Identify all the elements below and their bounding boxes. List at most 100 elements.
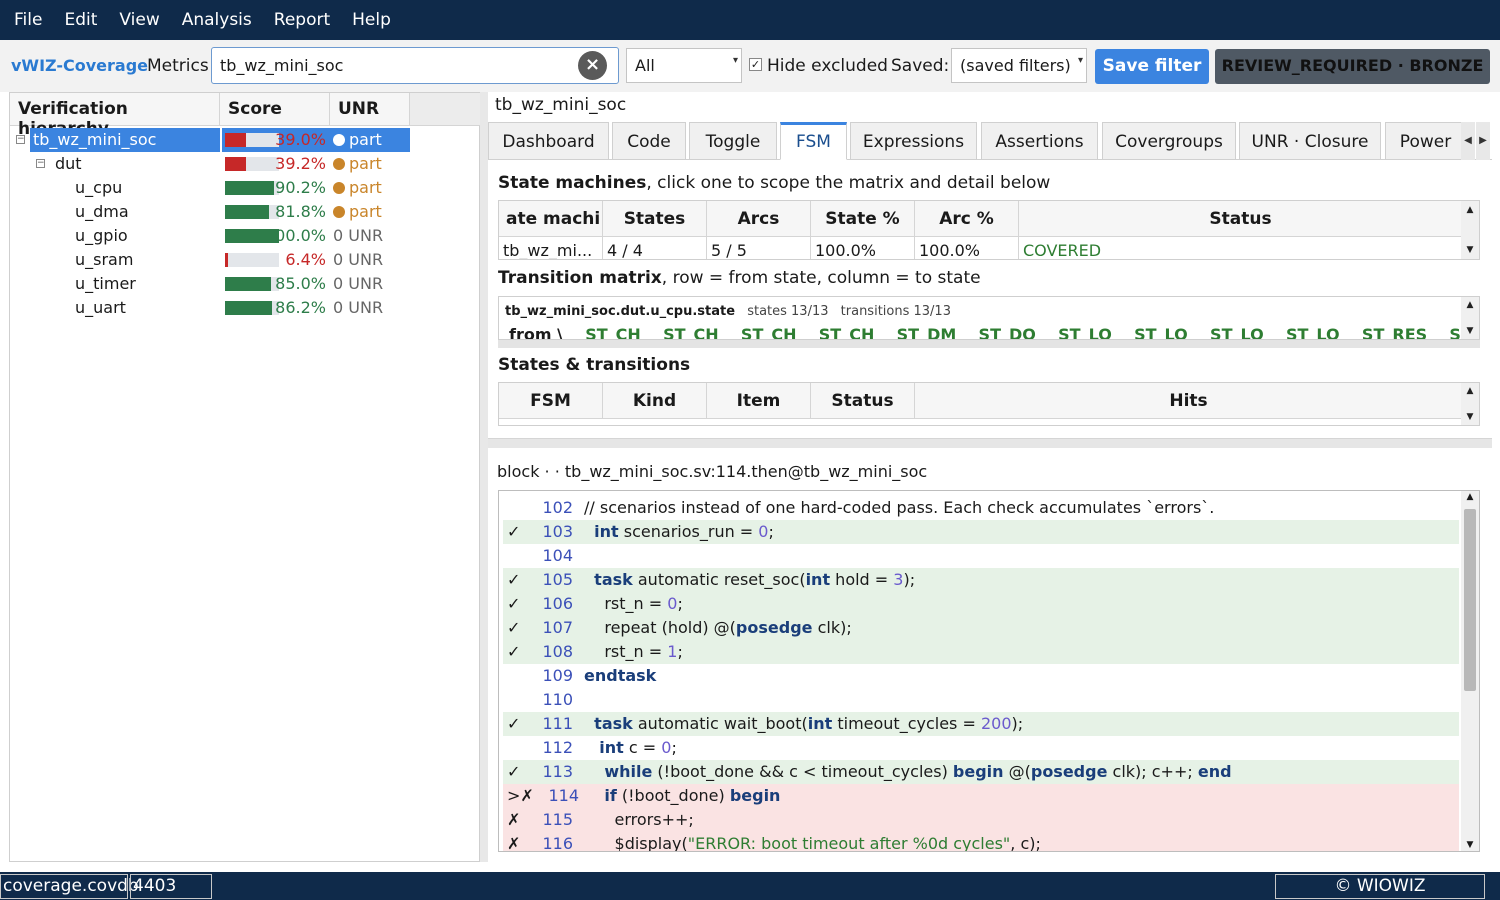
col-header-hierarchy[interactable]: Verification hierarchy [10,93,220,139]
code-line[interactable]: >✗ 114 if (!boot_done) begin [503,784,1459,808]
col-header-states[interactable]: States [603,201,707,237]
col-header-item[interactable]: Item [707,383,811,419]
tree-row[interactable]: − tb_wz_mini_soc 39.0% part [10,128,410,152]
collapse-icon[interactable]: − [16,135,25,144]
vertical-splitter[interactable] [480,92,488,862]
menu-analysis[interactable]: Analysis [174,10,260,30]
code-line[interactable]: ✗ 115 errors++; [503,808,1459,832]
status-bin-count: 4403 bins [130,874,212,900]
code-line[interactable]: 112 int c = 0; [503,736,1459,760]
fsm-cell-name[interactable]: tb_wz_mi... [499,237,603,259]
col-header-status[interactable]: Status [1019,201,1463,237]
tab-unr-closure[interactable]: UNR · Closure [1239,122,1381,160]
score-bar-fill [225,205,270,219]
menu-help[interactable]: Help [344,10,399,30]
code-line[interactable]: ✓ 105 task automatic reset_soc(int hold =… [503,568,1459,592]
matrix-hscrollbar[interactable] [498,340,1480,348]
code-line[interactable]: 109 endtask [503,664,1459,688]
score-percent: 86.2% [275,298,326,317]
menubar: File Edit View Analysis Report Help [0,0,1500,40]
tree-row[interactable]: − dut 39.2% part [10,152,410,176]
tree-row[interactable]: u_uart 86.2% 0 UNR [10,296,410,320]
code-line[interactable]: 110 [503,688,1459,712]
col-header-unr[interactable]: UNR [330,93,410,126]
code-line[interactable]: 102 // scenarios instead of one hard-code… [503,496,1459,520]
code-scrollbar[interactable]: ▲ ▼ [1461,491,1479,851]
tree-row[interactable]: u_gpio 00.0% 0 UNR [10,224,410,248]
menu-view[interactable]: View [111,10,167,30]
save-filter-button[interactable]: Save filter [1095,49,1209,84]
scroll-up-icon[interactable]: ▲ [1461,298,1479,312]
menu-file[interactable]: File [6,10,50,30]
tree-row[interactable]: u_sram 6.4% 0 UNR [10,248,410,272]
scroll-up-icon[interactable]: ▲ [1461,492,1479,502]
matrix-scrollbar[interactable]: ▲ ▼ [1461,297,1479,339]
tree-node-name[interactable]: tb_wz_mini_soc [30,128,220,152]
tab-dashboard[interactable]: Dashboard [488,122,609,160]
metric-filter-select[interactable]: All ▾ [626,48,742,83]
horizontal-splitter[interactable] [488,438,1492,448]
state-machines-header: ate machi States Arcs State % Arc % Stat… [499,201,1463,237]
tree-node-name[interactable]: u_dma [72,200,220,224]
scroll-up-icon[interactable]: ▲ [1461,384,1479,398]
line-number: 110 [542,690,573,709]
collapse-icon[interactable]: − [36,159,45,168]
tree-node-name[interactable]: u_sram [72,248,220,272]
tab-fsm[interactable]: FSM [780,122,847,160]
tab-toggle[interactable]: Toggle [689,122,777,160]
code-text: rst_n = 0; [584,594,683,613]
menu-edit[interactable]: Edit [56,10,105,30]
tree-node-name[interactable]: u_uart [72,296,220,320]
code-line[interactable]: ✓ 106 rst_n = 0; [503,592,1459,616]
tree-row[interactable]: u_timer 85.0% 0 UNR [10,272,410,296]
states-transitions-scrollbar[interactable]: ▲ ▼ [1461,383,1479,425]
tree-node-name[interactable]: u_gpio [72,224,220,248]
scroll-down-icon[interactable]: ▼ [1461,410,1479,424]
col-header-state-machine[interactable]: ate machi [499,201,603,237]
scroll-down-icon[interactable]: ▼ [1461,840,1479,850]
code-scroll-thumb[interactable] [1464,509,1476,691]
score-percent: 90.2% [275,178,326,197]
tree-header: Verification hierarchy Score UNR [10,93,410,139]
code-line[interactable]: ✓ 111 task automatic wait_boot(int timeou… [503,712,1459,736]
tab-scroll-left-icon[interactable]: ◀ [1461,122,1475,160]
tab-expressions[interactable]: Expressions [850,122,977,160]
scroll-down-icon[interactable]: ▼ [1461,324,1479,338]
col-header-kind[interactable]: Kind [603,383,707,419]
code-line[interactable]: 104 [503,544,1459,568]
tab-code[interactable]: Code [612,122,686,160]
code-line[interactable]: ✗ 116 $display("ERROR: boot timeout after… [503,832,1459,851]
tree-header-filler [410,93,480,126]
tab-scroll-right-icon[interactable]: ▶ [1476,122,1490,160]
code-line[interactable]: ✓ 113 while (!boot_done && c < timeout_cy… [503,760,1459,784]
col-header-fsm[interactable]: FSM [499,383,603,419]
scroll-up-icon[interactable]: ▲ [1461,203,1479,217]
col-header-state-pct[interactable]: State % [811,201,915,237]
transition-matrix: tb_wz_mini_soc.dut.u_cpu.state states 13… [498,296,1480,340]
close-circle-icon[interactable]: × [578,51,607,80]
code-line[interactable]: ✓ 108 rst_n = 1; [503,640,1459,664]
status-db-file: coverage.covdb [0,874,139,899]
code-line[interactable]: ✓ 103 int scenarios_run = 0; [503,520,1459,544]
saved-filters-select[interactable]: (saved filters) ▾ [951,48,1087,83]
code-line[interactable]: ✓ 107 repeat (hold) @(posedge clk); [503,616,1459,640]
state-machines-scrollbar[interactable]: ▲ ▼ [1461,201,1479,259]
scroll-down-icon[interactable]: ▼ [1461,243,1479,257]
tab-covergroups[interactable]: Covergroups [1102,122,1236,160]
tab-assertions[interactable]: Assertions [981,122,1098,160]
tree-node-name[interactable]: u_cpu [72,176,220,200]
tab-power[interactable]: Power [1385,122,1465,160]
tree-row[interactable]: u_dma 81.8% part [10,200,410,224]
tree-node-name[interactable]: dut [52,152,220,176]
menu-report[interactable]: Report [266,10,338,30]
col-header-arcs[interactable]: Arcs [707,201,811,237]
score-bar-fill [225,181,274,195]
col-header-arc-pct[interactable]: Arc % [915,201,1019,237]
search-input[interactable] [220,56,570,75]
col-header-hits[interactable]: Hits [915,383,1463,419]
col-header-status[interactable]: Status [811,383,915,419]
tree-row[interactable]: u_cpu 90.2% part [10,176,410,200]
tree-node-name[interactable]: u_timer [72,272,220,296]
hide-excluded-checkbox[interactable]: ✓ [749,58,762,71]
col-header-score[interactable]: Score [220,93,330,126]
